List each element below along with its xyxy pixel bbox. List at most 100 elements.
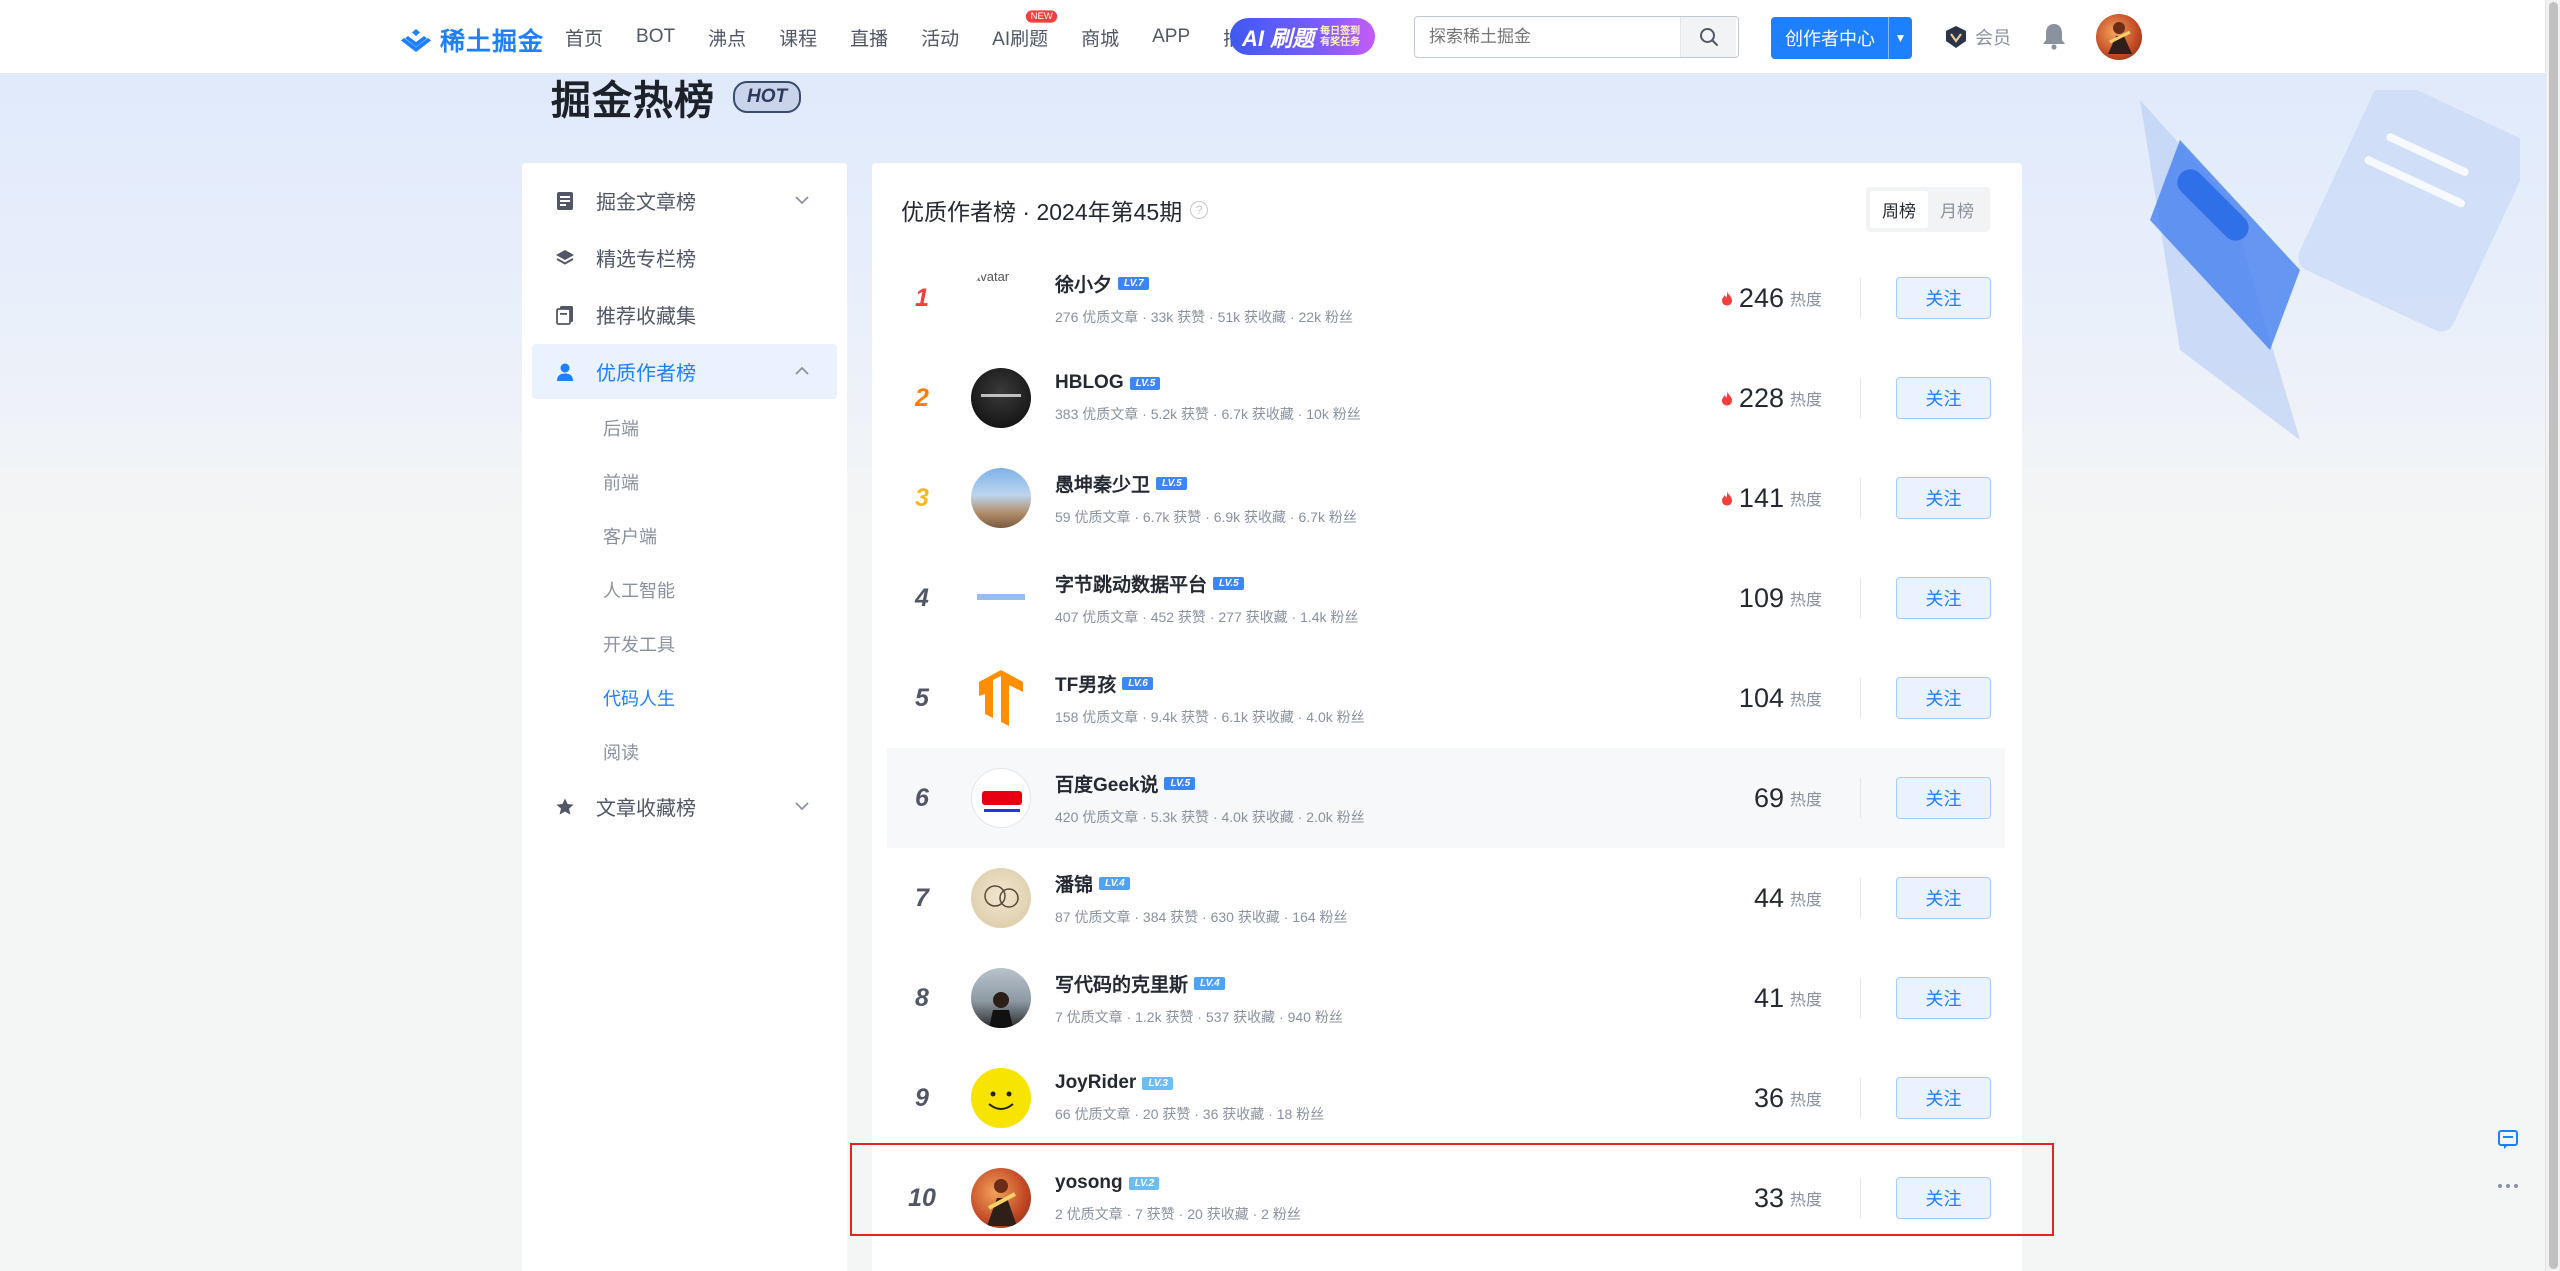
follow-button[interactable]: 关注 [1896,1077,1991,1119]
follow-button[interactable]: 关注 [1896,677,1991,719]
chevron-down-icon[interactable] [793,797,811,815]
sidebar-item-article-ranking[interactable]: 掘金文章榜 [532,173,837,228]
author-ranking-panel: 优质作者榜 · 2024年第45期 ? 周榜 月榜 1 avatar 徐小夕 L… [872,163,2022,1271]
rank-number: 5 [915,683,929,712]
follow-button[interactable]: 关注 [1896,977,1991,1019]
nav-item-app[interactable]: APP [1152,26,1190,48]
follow-button[interactable]: 关注 [1896,777,1991,819]
sidebar-subitem-code-life[interactable]: 代码人生 [532,671,837,725]
chevron-down-icon[interactable] [793,191,811,209]
notification-bell-icon[interactable] [2041,22,2067,50]
sidebar-item-collection-ranking[interactable]: 推荐收藏集 [532,287,837,342]
scrollbar-thumb[interactable] [2549,2,2558,1269]
help-icon[interactable]: ? [1190,201,1209,219]
juejin-logo[interactable]: 稀土掘金 [400,22,544,58]
author-name[interactable]: JoyRider [1055,1072,1136,1094]
author-info: TF男孩 LV.6 158 优质文章 · 9.4k 获赞 · 6.1k 获收藏 … [1055,670,1365,727]
search-button[interactable] [1680,17,1736,57]
author-row[interactable]: 5 TF男孩 LV.6 158 优质文章 · 9.4k 获赞 · 6.1k 获收… [887,648,2005,748]
author-name[interactable]: HBLOG [1055,372,1124,394]
sidebar-subitem-backend[interactable]: 后端 [532,401,837,455]
user-icon [554,361,576,383]
author-info: HBLOG LV.5 383 优质文章 · 5.2k 获赞 · 6.7k 获收藏… [1055,372,1361,424]
author-avatar[interactable] [971,868,1031,928]
author-row[interactable]: 1 avatar 徐小夕 LV.7 276 优质文章 · 33k 获赞 · 51… [887,248,2005,348]
author-avatar[interactable] [971,368,1031,428]
follow-button[interactable]: 关注 [1896,577,1991,619]
row-divider [1860,378,1861,418]
author-row[interactable]: 6 百度Geek说 LV.5 420 优质文章 · 5.3k 获赞 · 4.0k… [887,748,2005,848]
author-row[interactable]: 7 潘锦 LV.4 87 优质文章 · 384 获赞 · 630 获收藏 · 1… [887,848,2005,948]
nav-item-courses[interactable]: 课程 [779,24,817,51]
nav-item-live[interactable]: 直播 [850,24,888,51]
page-hero: 掘金热榜 HOT [551,68,802,126]
nav-item-home[interactable]: 首页 [565,24,603,51]
author-name[interactable]: 愚坤秦少卫 [1055,470,1150,497]
author-row[interactable]: 9 JoyRider LV.3 66 优质文章 · 20 获赞 · 36 获收藏… [887,1048,2005,1148]
author-name[interactable]: 字节跳动数据平台 [1055,570,1207,597]
nav-item-ai-practice[interactable]: AI刷题 NEW [992,9,1058,51]
follow-button[interactable]: 关注 [1896,477,1991,519]
author-avatar[interactable] [971,968,1031,1028]
ai-practice-banner[interactable]: AI 刷题 每日签到 有奖任务 [1230,18,1375,55]
rank-number: 4 [915,583,929,612]
author-row[interactable]: 3 愚坤秦少卫 LV.5 59 优质文章 · 6.7k 获赞 · 6.9k 获收… [887,448,2005,548]
author-info: 写代码的克里斯 LV.4 7 优质文章 · 1.2k 获赞 · 537 获收藏 … [1055,970,1343,1027]
search-input[interactable] [1415,18,1680,56]
author-avatar[interactable] [971,668,1031,728]
sidebar-item-column-ranking[interactable]: 精选专栏榜 [532,230,837,285]
rank-number: 1 [915,283,929,312]
nav-item-pins[interactable]: 沸点 [708,24,746,51]
author-avatar[interactable] [971,1068,1031,1128]
chevron-up-icon[interactable] [793,362,811,380]
tab-monthly[interactable]: 月榜 [1928,191,1986,228]
follow-button[interactable]: 关注 [1896,277,1991,319]
feedback-icon[interactable] [2496,1128,2520,1152]
sidebar-item-favorites-ranking[interactable]: 文章收藏榜 [532,779,837,834]
author-avatar[interactable] [971,468,1031,528]
more-icon[interactable] [2496,1182,2520,1190]
author-avatar[interactable]: avatar [971,268,1031,328]
nav-item-mall[interactable]: 商城 [1081,24,1119,51]
sidebar-subitem-ai[interactable]: 人工智能 [532,563,837,617]
author-row[interactable]: 2 HBLOG LV.5 383 优质文章 · 5.2k 获赞 · 6.7k 获… [887,348,2005,448]
page-scrollbar[interactable] [2545,0,2560,1271]
author-name[interactable]: 写代码的克里斯 [1055,970,1188,997]
nav-item-events[interactable]: 活动 [921,24,959,51]
heat-value: 41 [1753,982,1784,1013]
hot-badge: HOT [733,81,802,113]
heat-unit: 热度 [1789,992,1822,1009]
heat-unit: 热度 [1789,592,1822,609]
highlight-annotation-box [850,1143,2054,1236]
sidebar-subitem-reading[interactable]: 阅读 [532,725,837,779]
author-stats: 59 优质文章 · 6.7k 获赞 · 6.9k 获收藏 · 6.7k 粉丝 [1055,508,1357,525]
heat-score: 41 热度 [1754,948,1822,1048]
author-name[interactable]: 徐小夕 [1055,270,1112,297]
creator-center-button[interactable]: 创作者中心 ▼ [1771,17,1912,59]
author-avatar[interactable] [971,768,1031,828]
vip-link[interactable]: 会员 [1943,24,2011,50]
tab-weekly[interactable]: 周榜 [1870,191,1928,228]
pen-illustration-icon [2140,90,2520,440]
author-name[interactable]: TF男孩 [1055,670,1116,697]
sidebar-item-label: 掘金文章榜 [596,192,696,214]
caret-down-icon[interactable]: ▼ [1888,17,1912,59]
sidebar-item-author-ranking[interactable]: 优质作者榜 [532,344,837,399]
user-avatar[interactable] [2096,14,2142,60]
avatar-alt-text: avatar [973,269,1010,284]
sidebar-subitem-frontend[interactable]: 前端 [532,455,837,509]
follow-button[interactable]: 关注 [1896,377,1991,419]
author-name[interactable]: 潘锦 [1055,870,1093,897]
sidebar-subitem-devtools[interactable]: 开发工具 [532,617,837,671]
author-row[interactable]: 8 写代码的克里斯 LV.4 7 优质文章 · 1.2k 获赞 · 537 获收… [887,948,2005,1048]
row-divider [1860,478,1861,518]
sidebar-subitem-client[interactable]: 客户端 [532,509,837,563]
heat-score: 109 热度 [1739,548,1822,648]
heat-score: 246 热度 [1721,248,1822,348]
follow-button[interactable]: 关注 [1896,877,1991,919]
author-row[interactable]: 4 字节跳动数据平台 LV.5 407 优质文章 · 452 获赞 · 277 … [887,548,2005,648]
nav-item-bot[interactable]: BOT [636,26,675,48]
author-avatar[interactable] [971,568,1031,628]
author-name[interactable]: 百度Geek说 [1055,770,1158,797]
author-info: 百度Geek说 LV.5 420 优质文章 · 5.3k 获赞 · 4.0k 获… [1055,770,1365,827]
